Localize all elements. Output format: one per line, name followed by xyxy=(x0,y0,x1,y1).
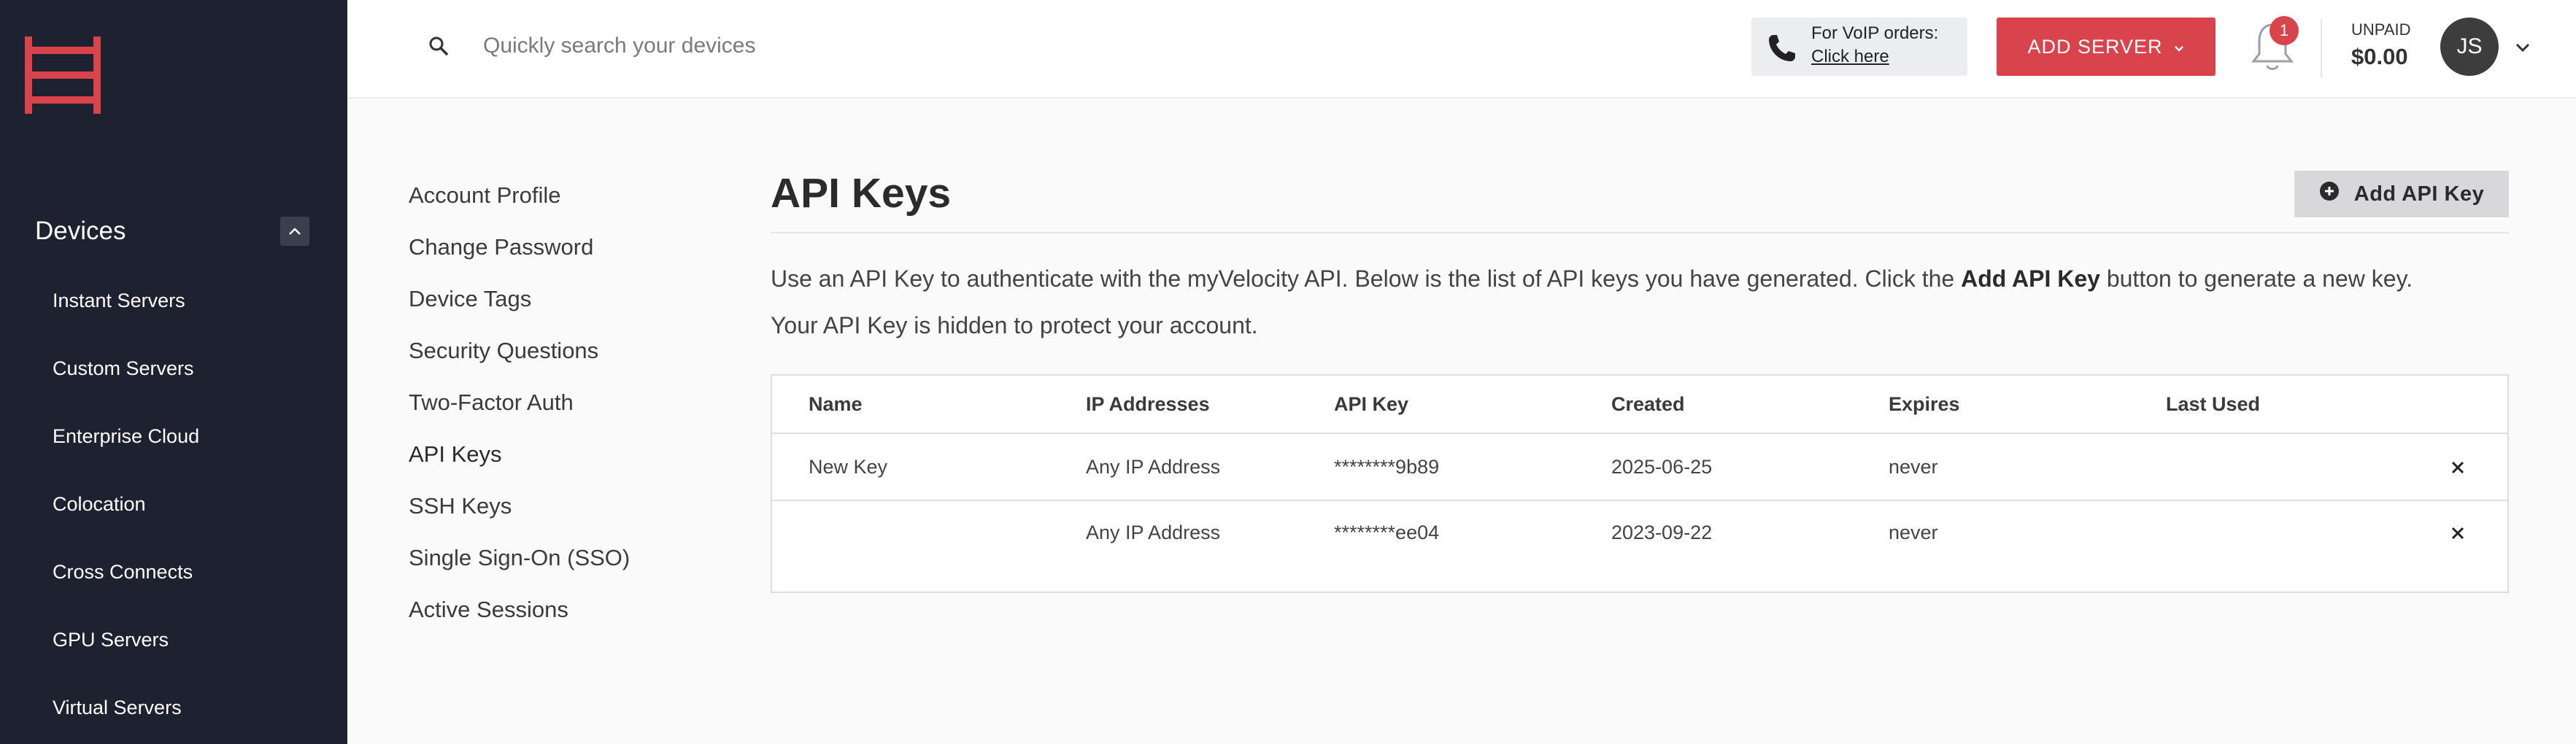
add-server-button[interactable]: ADD SERVER xyxy=(1997,18,2216,76)
devices-section-title: Devices xyxy=(35,217,126,245)
topbar-divider xyxy=(2321,19,2322,77)
sidebar-item-cross-connects[interactable]: Cross Connects xyxy=(53,538,199,606)
notification-count-badge: 1 xyxy=(2270,16,2299,45)
settings-nav-api-keys[interactable]: API Keys xyxy=(409,428,630,480)
sidebar-item-enterprise-cloud[interactable]: Enterprise Cloud xyxy=(53,403,199,470)
description-hidden-note: Your API Key is hidden to protect your a… xyxy=(771,312,1258,338)
devices-nav: Instant Servers Custom Servers Enterpris… xyxy=(53,284,199,744)
cell-name[interactable]: New Key xyxy=(809,456,887,478)
cell-api-key: ********9b89 xyxy=(1334,456,1440,478)
sidebar-item-gpu-servers[interactable]: GPU Servers xyxy=(53,606,199,674)
column-header-expires: Expires xyxy=(1889,393,1960,415)
billing-amount[interactable]: $0.00 xyxy=(2351,44,2408,70)
chevron-down-icon xyxy=(2173,36,2185,58)
api-keys-table: Name IP Addresses API Key Created Expire… xyxy=(771,374,2509,593)
title-divider xyxy=(771,232,2509,233)
account-menu-chevron-icon[interactable] xyxy=(2513,38,2532,57)
sidebar-item-colocation[interactable]: Colocation xyxy=(53,470,199,538)
sidebar: Devices Instant Servers Custom Servers E… xyxy=(0,0,347,744)
settings-nav-sso[interactable]: Single Sign-On (SSO) xyxy=(409,532,630,584)
column-header-ip-addresses: IP Addresses xyxy=(1086,393,1210,415)
description-bold: Add API Key xyxy=(1961,266,2100,292)
settings-nav-security-questions[interactable]: Security Questions xyxy=(409,325,630,376)
plus-circle-icon xyxy=(2319,181,2340,207)
add-server-label: ADD SERVER xyxy=(2027,35,2163,58)
cell-ip-addresses: Any IP Address xyxy=(1086,522,1221,543)
phone-icon xyxy=(1766,32,1798,64)
description-part1: Use an API Key to authenticate with the … xyxy=(771,266,1962,292)
sidebar-item-instant-servers[interactable]: Instant Servers xyxy=(53,267,199,335)
add-api-key-label: Add API Key xyxy=(2353,182,2485,206)
table-row: Any IP Address ********ee04 2023-09-22 n… xyxy=(772,501,2507,567)
cell-api-key: ********ee04 xyxy=(1334,522,1440,543)
settings-nav-two-factor-auth[interactable]: Two-Factor Auth xyxy=(409,376,630,428)
column-header-created: Created xyxy=(1611,393,1685,415)
page-title: API Keys xyxy=(771,170,952,217)
description-part2: button to generate a new key. xyxy=(2099,266,2413,292)
cell-created: 2025-06-25 xyxy=(1611,456,1713,478)
table-header: Name IP Addresses API Key Created Expire… xyxy=(772,376,2507,434)
cell-expires: never xyxy=(1889,522,1938,543)
sidebar-item-virtual-servers[interactable]: Virtual Servers xyxy=(53,674,199,742)
column-header-api-key: API Key xyxy=(1334,393,1409,415)
search-icon[interactable] xyxy=(428,35,450,57)
chevron-up-icon[interactable] xyxy=(280,217,309,246)
column-header-last-used: Last Used xyxy=(2166,393,2261,415)
settings-nav-active-sessions[interactable]: Active Sessions xyxy=(409,584,630,635)
cell-created: 2023-09-22 xyxy=(1611,522,1713,543)
table-row: New Key Any IP Address ********9b89 2025… xyxy=(772,435,2507,501)
user-avatar[interactable]: JS xyxy=(2440,18,2499,76)
billing-status: UNPAID xyxy=(2351,20,2411,39)
close-icon[interactable] xyxy=(2448,457,2468,478)
column-header-name: Name xyxy=(809,393,863,415)
devices-section-header[interactable]: Devices xyxy=(35,213,309,249)
voip-orders-panel: For VoIP orders: Click here xyxy=(1751,18,1967,76)
settings-nav-device-tags[interactable]: Device Tags xyxy=(409,273,630,325)
voip-click-here-link[interactable]: Click here xyxy=(1811,47,1889,67)
device-search-input[interactable] xyxy=(483,28,1140,64)
top-bar: For VoIP orders: Click here ADD SERVER 1… xyxy=(347,0,2576,98)
close-icon[interactable] xyxy=(2448,523,2468,543)
sidebar-item-custom-servers[interactable]: Custom Servers xyxy=(53,335,199,403)
add-api-key-button[interactable]: Add API Key xyxy=(2294,171,2509,217)
cell-ip-addresses: Any IP Address xyxy=(1086,456,1221,478)
settings-nav-change-password[interactable]: Change Password xyxy=(409,221,630,273)
company-logo[interactable] xyxy=(25,36,101,114)
settings-nav-account-profile[interactable]: Account Profile xyxy=(409,169,630,221)
description-text: Use an API Key to authenticate with the … xyxy=(771,266,2413,292)
voip-label: For VoIP orders: xyxy=(1811,23,1939,43)
settings-nav-ssh-keys[interactable]: SSH Keys xyxy=(409,480,630,532)
settings-nav: Account Profile Change Password Device T… xyxy=(409,174,630,640)
cell-expires: never xyxy=(1889,456,1938,478)
